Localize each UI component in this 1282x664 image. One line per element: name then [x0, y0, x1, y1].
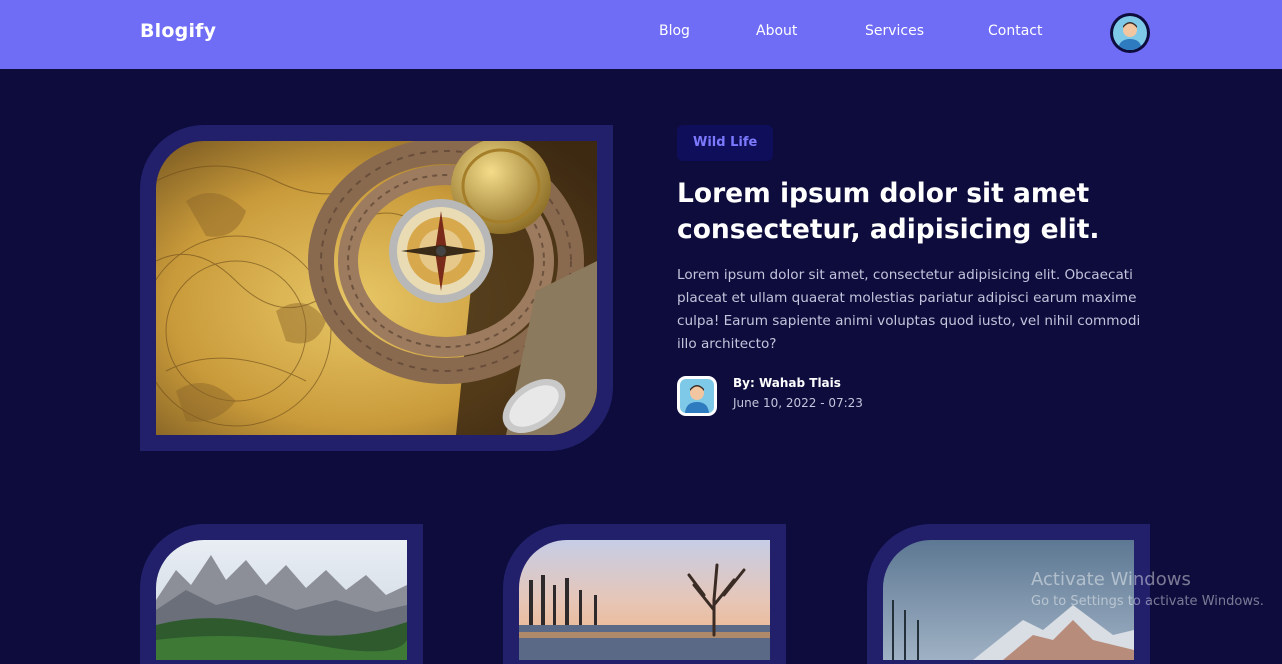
nav-link-blog[interactable]: Blog	[659, 23, 690, 39]
mountain-photo[interactable]	[156, 540, 407, 660]
post-excerpt: Lorem ipsum dolor sit amet, consectetur …	[677, 267, 1141, 352]
user-avatar-icon[interactable]	[1110, 13, 1150, 53]
category-tag[interactable]: Wild Life	[677, 125, 774, 161]
post-title[interactable]: Lorem ipsum dolor sit amet consectetur, …	[677, 176, 1147, 248]
lake-tree-sunset-photo[interactable]	[519, 540, 770, 660]
compass-map-photo[interactable]	[156, 141, 597, 435]
nav-link-services[interactable]: Services	[865, 23, 924, 39]
activate-windows-subtitle: Go to Settings to activate Windows.	[1031, 594, 1264, 609]
nav-link-about[interactable]: About	[756, 23, 797, 39]
nav-link-contact[interactable]: Contact	[988, 23, 1042, 39]
author-name: By: Wahab Tlais	[733, 376, 841, 390]
author-avatar	[677, 376, 717, 416]
top-navbar: Blogify Blog About Services Contact	[0, 0, 1282, 69]
brand-logo[interactable]: Blogify	[140, 20, 216, 42]
activate-windows-title: Activate Windows	[1031, 569, 1191, 590]
post-date: June 10, 2022 - 07:23	[733, 396, 863, 410]
